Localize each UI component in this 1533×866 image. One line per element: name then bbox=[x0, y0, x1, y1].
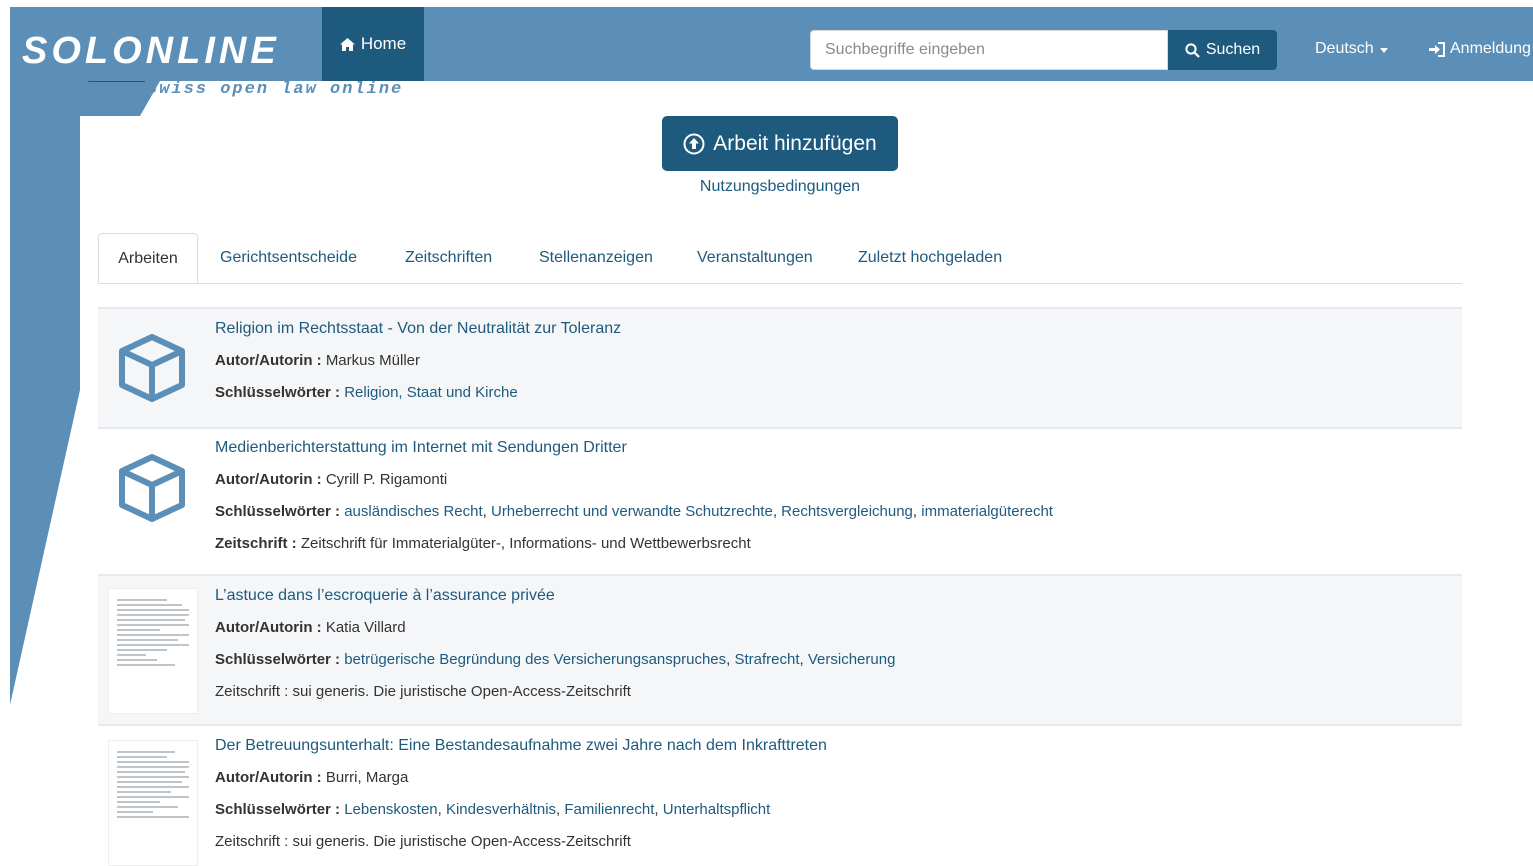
tab-gerichtsentscheide[interactable]: Gerichtsentscheide bbox=[220, 233, 357, 283]
tab-stellenanzeigen[interactable]: Stellenanzeigen bbox=[539, 233, 653, 283]
item-title[interactable]: L’astuce dans l’escroquerie à l’assuranc… bbox=[215, 587, 555, 605]
list-item: Der Betreuungsunterhalt: Eine Bestandesa… bbox=[98, 724, 1462, 866]
tab-zeitschriften[interactable]: Zeitschriften bbox=[405, 233, 492, 283]
login-label: Anmeldung bbox=[1450, 40, 1531, 57]
item-keywords: Schlüsselwörter : betrügerische Begründu… bbox=[215, 651, 896, 668]
journal-value: sui generis. Die juristische Open-Access… bbox=[292, 833, 631, 850]
search-icon bbox=[1185, 42, 1200, 58]
item-keywords: Schlüsselwörter : Lebenskosten, Kindesve… bbox=[215, 801, 771, 818]
tab-veranstaltungen[interactable]: Veranstaltungen bbox=[697, 233, 813, 283]
item-title[interactable]: Der Betreuungsunterhalt: Eine Bestandesa… bbox=[215, 737, 827, 755]
document-preview bbox=[108, 740, 198, 866]
keyword-link[interactable]: immaterialgüterecht bbox=[921, 503, 1053, 520]
box-icon bbox=[119, 334, 185, 402]
keyword-link[interactable]: Versicherung bbox=[808, 651, 896, 668]
keyword-link[interactable]: Strafrecht bbox=[734, 651, 799, 668]
list-item: Religion im Rechtsstaat - Von der Neutra… bbox=[98, 307, 1462, 427]
site-logo[interactable]: SOLONLINE bbox=[22, 30, 280, 73]
item-author: Autor/Autorin : Markus Müller bbox=[215, 352, 420, 369]
tab-arbeiten[interactable]: Arbeiten bbox=[98, 233, 198, 283]
document-preview bbox=[108, 588, 198, 714]
author-value: Katia Villard bbox=[325, 619, 406, 636]
keyword-link[interactable]: betrügerische Begründung des Versicherun… bbox=[344, 651, 726, 668]
site-tagline: swiss open law online bbox=[147, 80, 404, 99]
item-author: Autor/Autorin : Katia Villard bbox=[215, 619, 406, 636]
item-author: Autor/Autorin : Burri, Marga bbox=[215, 769, 408, 786]
journal-label: Zeitschrift : bbox=[215, 833, 289, 850]
keyword-link[interactable]: Unterhaltspflicht bbox=[663, 801, 771, 818]
author-value: Burri, Marga bbox=[325, 769, 409, 786]
terms-link[interactable]: Nutzungsbedingungen bbox=[662, 178, 898, 196]
author-label: Autor/Autorin : bbox=[215, 352, 322, 369]
author-value: Markus Müller bbox=[325, 352, 420, 369]
box-icon bbox=[119, 454, 185, 522]
upload-circle-icon bbox=[683, 133, 705, 154]
journal-label: Zeitschrift : bbox=[215, 683, 289, 700]
keyword-link[interactable]: ausländisches Recht bbox=[344, 503, 482, 520]
keyword-link[interactable]: Familienrecht bbox=[564, 801, 654, 818]
item-title[interactable]: Medienberichterstattung im Internet mit … bbox=[215, 439, 627, 457]
item-author: Autor/Autorin : Cyrill P. Rigamonti bbox=[215, 471, 447, 488]
tab-zuletzt-hochgeladen[interactable]: Zuletzt hochgeladen bbox=[858, 233, 1002, 283]
author-value: Cyrill P. Rigamonti bbox=[325, 471, 448, 488]
item-keywords: Schlüsselwörter : Religion, Staat und Ki… bbox=[215, 384, 518, 401]
add-work-button[interactable]: Arbeit hinzufügen bbox=[662, 116, 898, 171]
search-button-label: Suchen bbox=[1205, 41, 1261, 58]
add-work-label: Arbeit hinzufügen bbox=[713, 131, 877, 155]
keywords-label: Schlüsselwörter : bbox=[215, 801, 341, 818]
journal-value: Zeitschrift für Immaterialgüter-, Inform… bbox=[300, 535, 751, 552]
home-icon bbox=[339, 37, 355, 51]
keywords-label: Schlüsselwörter : bbox=[215, 384, 341, 401]
sign-in-icon bbox=[1429, 41, 1445, 57]
language-dropdown[interactable]: Deutsch bbox=[1315, 40, 1388, 58]
home-nav-item[interactable]: Home bbox=[322, 7, 424, 81]
search-button[interactable]: Suchen bbox=[1168, 30, 1277, 70]
keyword-link[interactable]: Urheberrecht und verwandte Schutzrechte bbox=[491, 503, 773, 520]
keyword-link[interactable]: Religion, Staat und Kirche bbox=[344, 384, 517, 401]
login-link[interactable]: Anmeldung bbox=[1429, 40, 1531, 58]
item-journal: Zeitschrift : sui generis. Die juristisc… bbox=[215, 833, 631, 850]
content-tabs: Arbeiten Gerichtsentscheide Zeitschrifte… bbox=[98, 233, 1462, 284]
keywords-label: Schlüsselwörter : bbox=[215, 651, 341, 668]
search-input[interactable] bbox=[810, 30, 1168, 70]
keywords-label: Schlüsselwörter : bbox=[215, 503, 341, 520]
item-title[interactable]: Religion im Rechtsstaat - Von der Neutra… bbox=[215, 320, 621, 338]
keyword-link[interactable]: Lebenskosten bbox=[344, 801, 437, 818]
journal-value: sui generis. Die juristische Open-Access… bbox=[292, 683, 631, 700]
item-keywords: Schlüsselwörter : ausländisches Recht, U… bbox=[215, 503, 1053, 520]
journal-label: Zeitschrift : bbox=[215, 535, 297, 552]
language-label: Deutsch bbox=[1315, 40, 1374, 57]
chevron-down-icon bbox=[1379, 47, 1388, 53]
item-journal: Zeitschrift : sui generis. Die juristisc… bbox=[215, 683, 631, 700]
author-label: Autor/Autorin : bbox=[215, 619, 322, 636]
keyword-link[interactable]: Rechtsvergleichung bbox=[781, 503, 913, 520]
home-label: Home bbox=[360, 34, 407, 53]
list-item: L’astuce dans l’escroquerie à l’assuranc… bbox=[98, 574, 1462, 724]
list-item: Medienberichterstattung im Internet mit … bbox=[98, 427, 1462, 574]
author-label: Autor/Autorin : bbox=[215, 471, 322, 488]
item-journal: Zeitschrift : Zeitschrift für Immaterial… bbox=[215, 535, 751, 552]
keyword-link[interactable]: Kindesverhältnis bbox=[446, 801, 556, 818]
author-label: Autor/Autorin : bbox=[215, 769, 322, 786]
